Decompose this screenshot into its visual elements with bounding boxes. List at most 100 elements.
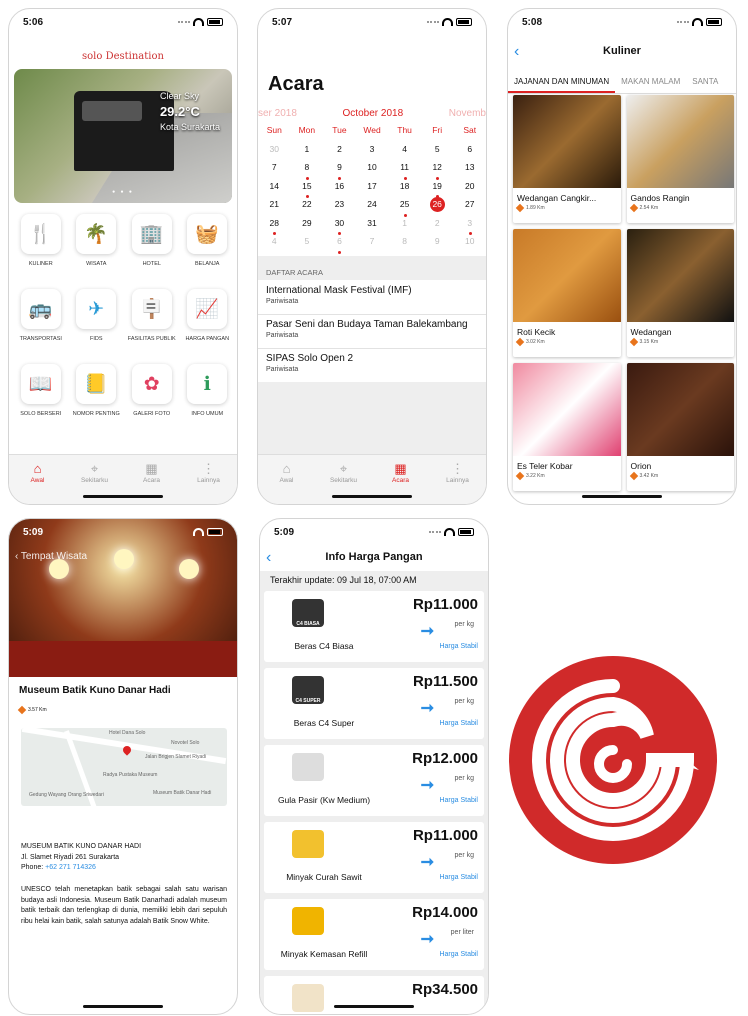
distance-icon <box>17 705 27 715</box>
calendar-day[interactable]: 12 <box>421 162 454 181</box>
calendar-day[interactable]: 9 <box>323 162 356 181</box>
calendar-day[interactable]: 3 <box>356 144 389 163</box>
section-header: DAFTAR ACARA <box>258 256 486 280</box>
menu-item[interactable]: 📒 NOMOR PENTING <box>69 364 125 429</box>
calendar-day[interactable]: 25 <box>388 199 421 218</box>
status-time: 5:07 <box>272 16 293 28</box>
calendar-day[interactable]: 30 <box>323 218 356 237</box>
menu-item[interactable]: ℹ INFO UMUM <box>180 364 236 429</box>
hero-weather-banner[interactable]: Clear Sky 29.2°C Kota Surakarta ● ● ● <box>14 69 232 203</box>
calendar-day[interactable]: 21 <box>258 199 291 218</box>
menu-item[interactable]: 🪧 FASILITAS PUBLIK <box>124 289 180 354</box>
calendar-day[interactable]: 30 <box>258 144 291 163</box>
food-price-screen: 5:09 ‹ Info Harga Pangan Terakhir update:… <box>259 518 489 1015</box>
price-card[interactable]: Minyak Curah Sawit Rp11.000 ➞ per kg Harga S… <box>264 822 484 893</box>
tab-awal[interactable]: ⌂ Awal <box>258 455 315 504</box>
calendar-day[interactable]: 23 <box>323 199 356 218</box>
events-screen: 5:07 Acara ser 2018 October 2018 Novemb Su… <box>257 8 487 505</box>
calendar-day[interactable]: 27 <box>453 199 486 218</box>
calendar-day[interactable]: 1 <box>388 218 421 237</box>
food-card[interactable]: Gandos Rangin 2.54 Km <box>626 95 734 223</box>
tab-lainnya[interactable]: ⋮ Lainnya <box>180 455 237 504</box>
food-card[interactable]: Wedangan 3.15 Km <box>626 229 734 357</box>
tab-awal[interactable]: ⌂ Awal <box>9 455 66 504</box>
calendar-day[interactable]: 4 <box>388 144 421 163</box>
price-status: Harga Stabil <box>439 951 478 958</box>
calendar-day[interactable]: 9 <box>421 236 454 255</box>
event-item[interactable]: International Mask Festival (IMF) Pariwis… <box>258 281 486 315</box>
menu-item[interactable]: ✈ FIDS <box>69 289 125 354</box>
calendar-day[interactable]: 10 <box>356 162 389 181</box>
month-selector[interactable]: ser 2018 October 2018 Novemb <box>258 108 486 119</box>
event-item[interactable]: SIPAS Solo Open 2 Pariwisata <box>258 349 486 383</box>
calendar-day[interactable]: 2 <box>421 218 454 237</box>
distance: 3.57 Km <box>17 705 47 715</box>
carousel-dots[interactable]: ● ● ● <box>14 189 232 195</box>
tab-lainnya[interactable]: ⋮ Lainnya <box>429 455 486 504</box>
price-card[interactable]: C4 SUPER Beras C4 Super Rp11.500 ➞ per kg Har… <box>264 668 484 739</box>
calendar-day[interactable]: 28 <box>258 218 291 237</box>
home-indicator <box>83 1005 163 1008</box>
menu-item[interactable]: 🧺 BELANJA <box>180 214 236 279</box>
price-card[interactable]: Minyak Kemasan Refill Rp14.000 ➞ per liter H… <box>264 899 484 970</box>
calendar-day[interactable]: 6 <box>323 236 356 255</box>
tab-makan-malam[interactable]: MAKAN MALAM <box>615 69 686 93</box>
menu-item[interactable]: 🚌 TRANSPORTASI <box>13 289 69 354</box>
calendar-day[interactable]: 5 <box>291 236 324 255</box>
distance: 3.02 Km <box>513 337 621 347</box>
distance-icon <box>515 337 525 347</box>
menu-item[interactable]: 🏢 HOTEL <box>124 214 180 279</box>
weather-condition: Clear Sky <box>159 91 199 101</box>
calendar-day[interactable]: 8 <box>291 162 324 181</box>
calendar-day[interactable]: 16 <box>323 181 356 200</box>
back-chevron-icon[interactable]: ‹ <box>514 43 519 61</box>
location-map[interactable]: Hotel Dana Solo Jalan Brigjen Slamet Riy… <box>21 728 227 806</box>
price-card[interactable]: Gula Pasir (Kw Medium) Rp12.000 ➞ per kg Har… <box>264 745 484 816</box>
price-card[interactable]: Rp34.500 <box>264 976 484 1014</box>
food-card[interactable]: Orion 3.42 Km <box>626 363 734 491</box>
calendar-day[interactable]: 14 <box>258 181 291 200</box>
calendar-day[interactable]: 17 <box>356 181 389 200</box>
tab-jajanan[interactable]: JAJANAN DAN MINUMAN <box>508 69 616 93</box>
calendar-day[interactable]: 26 <box>421 197 454 218</box>
calendar-day[interactable]: 7 <box>258 162 291 181</box>
status-time: 5:09 <box>23 526 44 538</box>
calendar-day[interactable]: 7 <box>356 236 389 255</box>
menu-item[interactable]: 📈 HARGA PANGAN <box>180 289 236 354</box>
bus-icon: 🚌 <box>20 289 61 329</box>
food-card[interactable]: Roti Kecik 3.02 Km <box>513 229 621 357</box>
phone-link[interactable]: +62 271 714326 <box>45 864 96 871</box>
weekday-label: Sat <box>463 125 477 135</box>
event-item[interactable]: Pasar Seni dan Budaya Taman Balekambang P… <box>258 315 486 349</box>
calendar-day[interactable]: 1 <box>291 144 324 163</box>
next-month[interactable]: Novemb <box>449 108 486 119</box>
menu-item[interactable]: 📖 SOLO BERSERI <box>13 364 69 429</box>
calendar-day[interactable]: 24 <box>356 199 389 218</box>
back-chevron-icon[interactable]: ‹ <box>266 549 271 567</box>
food-card[interactable]: Wedangan Cangkir... 1.89 Km <box>513 95 621 223</box>
calendar-day[interactable]: 4 <box>258 236 291 255</box>
calendar-day[interactable]: 10 <box>453 236 486 255</box>
calendar-day[interactable]: 5 <box>421 144 454 163</box>
calendar-day[interactable]: 29 <box>291 218 324 237</box>
tab-santai[interactable]: SANTA <box>686 69 724 93</box>
calendar-day[interactable]: 31 <box>356 218 389 237</box>
menu-item[interactable]: ✿ GALERI FOTO <box>124 364 180 429</box>
prev-month[interactable]: ser 2018 <box>258 108 297 119</box>
arrow-right-icon: ➞ <box>420 700 434 717</box>
menu-item[interactable]: 🍴 KULINER <box>13 214 69 279</box>
weather-city: Kota Surakarta <box>159 122 220 132</box>
calendar-day[interactable]: 22 <box>291 199 324 218</box>
calendar-day[interactable]: 6 <box>453 144 486 163</box>
calendar-day[interactable]: 8 <box>388 236 421 255</box>
price-card[interactable]: C4 BIASA Beras C4 Biasa Rp11.000 ➞ per kg Har… <box>264 591 484 662</box>
calendar-day[interactable]: 15 <box>291 181 324 200</box>
calendar-day[interactable]: 11 <box>388 162 421 181</box>
calendar-day[interactable]: 20 <box>453 181 486 200</box>
calendar-day[interactable]: 2 <box>323 144 356 163</box>
menu-item[interactable]: 🌴 WISATA <box>69 214 125 279</box>
calendar-day[interactable]: 18 <box>388 181 421 200</box>
calendar-day[interactable]: 3 <box>453 218 486 237</box>
calendar-day[interactable]: 13 <box>453 162 486 181</box>
food-card[interactable]: Es Teler Kobar 3.22 Km <box>513 363 621 491</box>
